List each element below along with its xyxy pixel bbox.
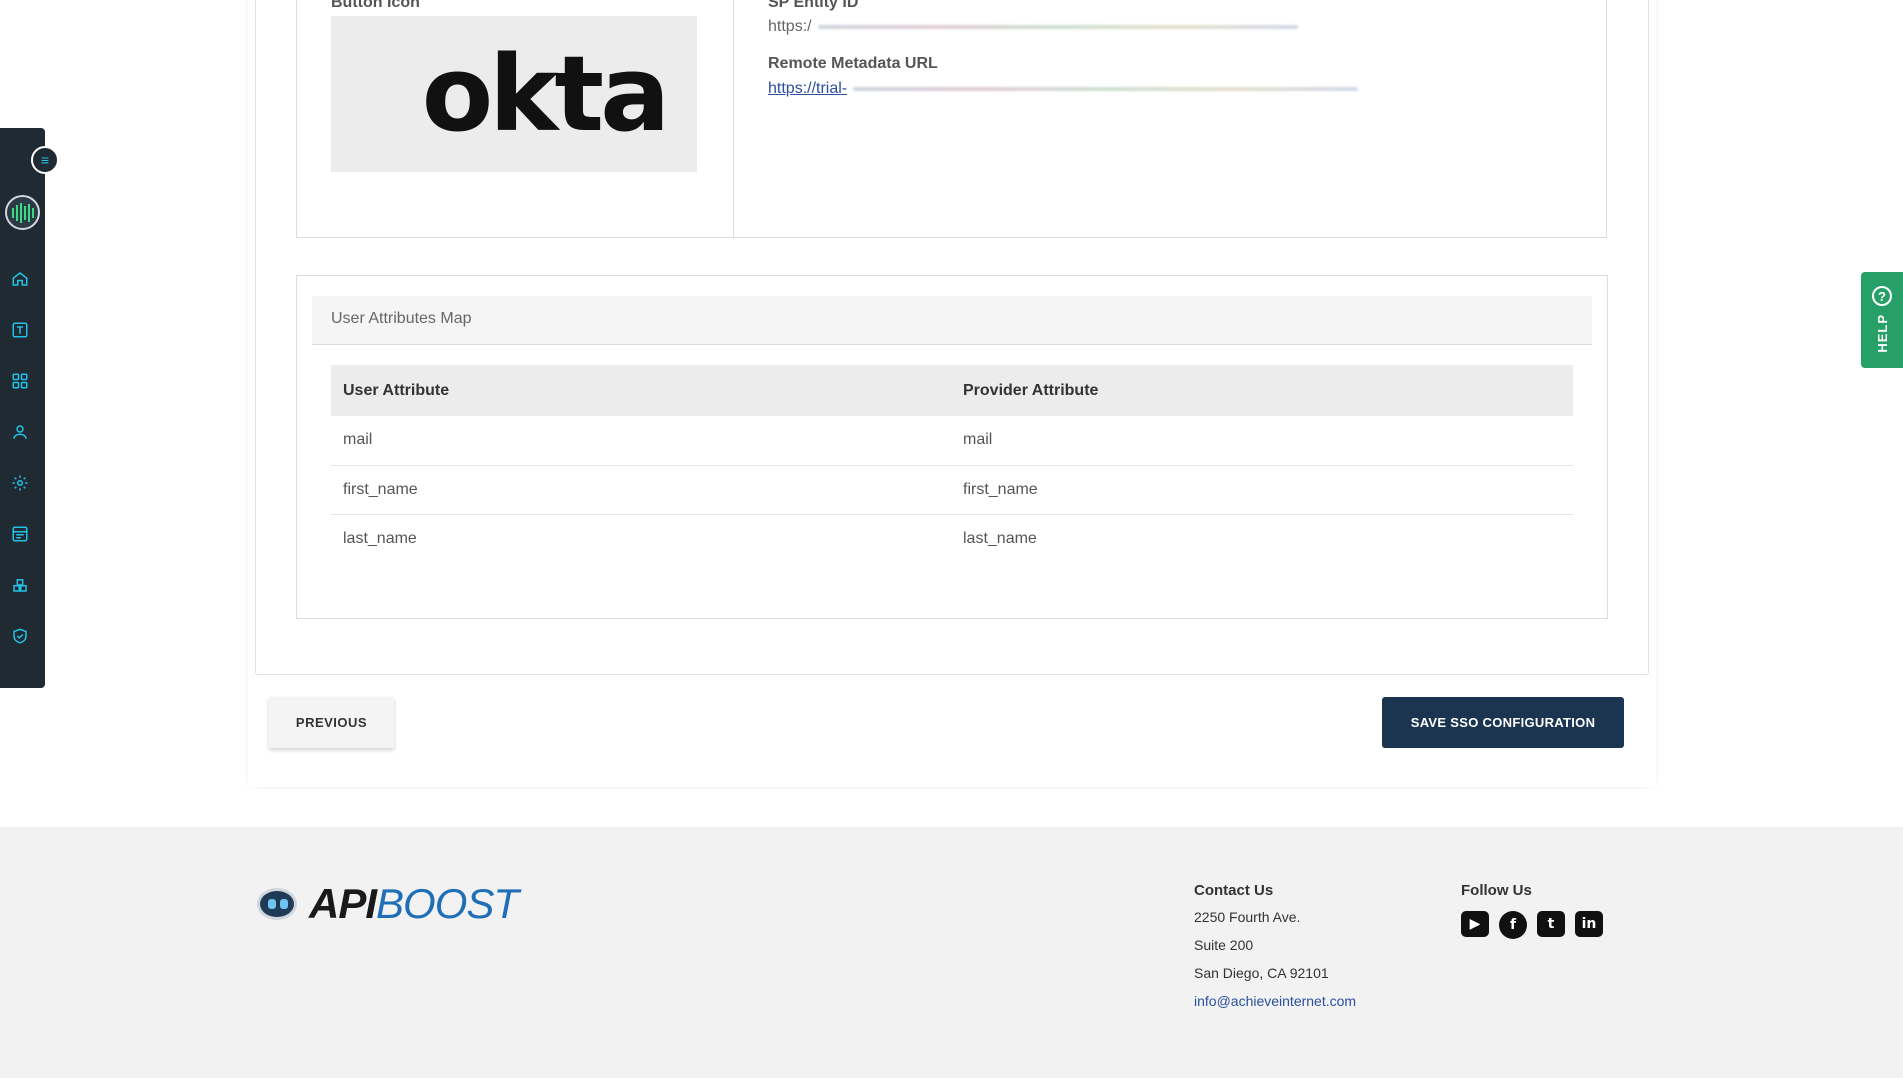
user-attributes-table: User Attribute Provider Attribute mail m… — [331, 365, 1573, 563]
help-label: HELP — [1874, 314, 1890, 353]
footer — [0, 827, 1903, 1078]
button-icon-preview[interactable]: okta — [331, 16, 697, 172]
sidebar-toggle-button[interactable]: ≡ — [31, 146, 59, 174]
table-row: last_name last_name — [331, 514, 1573, 563]
text-icon — [12, 322, 28, 338]
logo-api-text: API — [309, 880, 377, 927]
gear-icon — [12, 475, 28, 491]
contact-us-title: Contact Us — [1194, 882, 1274, 899]
table-row: mail mail — [331, 416, 1573, 466]
sidebar-item-content[interactable] — [8, 522, 32, 546]
list-icon — [12, 526, 28, 542]
sidebar-item-home[interactable] — [8, 267, 32, 291]
sidebar-item-text[interactable] — [8, 318, 32, 342]
contact-email-link[interactable]: info@achieveinternet.com — [1194, 993, 1356, 1009]
user-attributes-title: User Attributes Map — [312, 296, 1592, 345]
sp-entity-id-value: https:/ — [768, 18, 1298, 36]
sp-entity-id-text: https:/ — [768, 18, 812, 35]
help-tab[interactable]: ? HELP — [1861, 272, 1903, 368]
sidebar-item-security[interactable] — [8, 624, 32, 648]
boxes-icon — [13, 579, 27, 592]
shield-icon — [13, 628, 27, 644]
table-header-row: User Attribute Provider Attribute — [331, 365, 1573, 416]
table-cell: first_name — [951, 465, 1573, 515]
address-line-2: Suite 200 — [1194, 937, 1254, 953]
sidebar-item-users[interactable] — [8, 420, 32, 444]
twitter-icon[interactable]: t — [1537, 911, 1565, 937]
previous-button[interactable]: PREVIOUS — [269, 697, 394, 748]
remote-metadata-value: https://trial- — [768, 80, 1359, 98]
facebook-icon[interactable]: f — [1499, 911, 1527, 939]
button-icon-label: Button Icon — [331, 0, 420, 11]
follow-us-title: Follow Us — [1461, 882, 1532, 899]
avatar[interactable] — [5, 195, 40, 230]
grid-icon — [12, 373, 28, 389]
follow-us-section: Follow Us ▶ f t in — [1461, 882, 1603, 939]
table-cell: mail — [951, 416, 1573, 466]
menu-icon: ≡ — [40, 152, 50, 168]
column-header: User Attribute — [331, 365, 951, 416]
table-row: first_name first_name — [331, 465, 1573, 515]
contact-us-section: Contact Us 2250 Fourth Ave. Suite 200 Sa… — [1194, 882, 1356, 1020]
youtube-icon[interactable]: ▶ — [1461, 911, 1489, 937]
table-cell: last_name — [963, 529, 1037, 547]
save-sso-configuration-button[interactable]: SAVE SSO CONFIGURATION — [1382, 697, 1624, 748]
sp-entity-id-label: SP Entity ID — [768, 0, 859, 11]
sidebar-item-packages[interactable] — [8, 573, 32, 597]
remote-metadata-link[interactable]: https://trial- — [768, 80, 847, 97]
address-line-3: San Diego, CA 92101 — [1194, 965, 1329, 981]
logo-boost-text: BOOST — [376, 880, 519, 927]
table-cell: mail — [331, 416, 951, 466]
table-cell: last_name — [343, 529, 417, 547]
help-circle-icon: ? — [1872, 286, 1892, 306]
sidebar-item-settings[interactable] — [8, 471, 32, 495]
robot-logo-icon — [247, 880, 309, 928]
home-icon — [12, 272, 28, 286]
apiboost-logo[interactable]: API BOOST — [247, 880, 519, 928]
user-icon — [13, 425, 27, 439]
remote-metadata-label: Remote Metadata URL — [768, 55, 938, 72]
table-cell: first_name — [331, 465, 951, 515]
address-line-1: 2250 Fourth Ave. — [1194, 909, 1301, 925]
column-header: Provider Attribute — [951, 365, 1573, 416]
sidebar-item-apps[interactable] — [8, 369, 32, 393]
okta-logo: okta — [421, 33, 671, 155]
linkedin-icon[interactable]: in — [1575, 911, 1603, 937]
